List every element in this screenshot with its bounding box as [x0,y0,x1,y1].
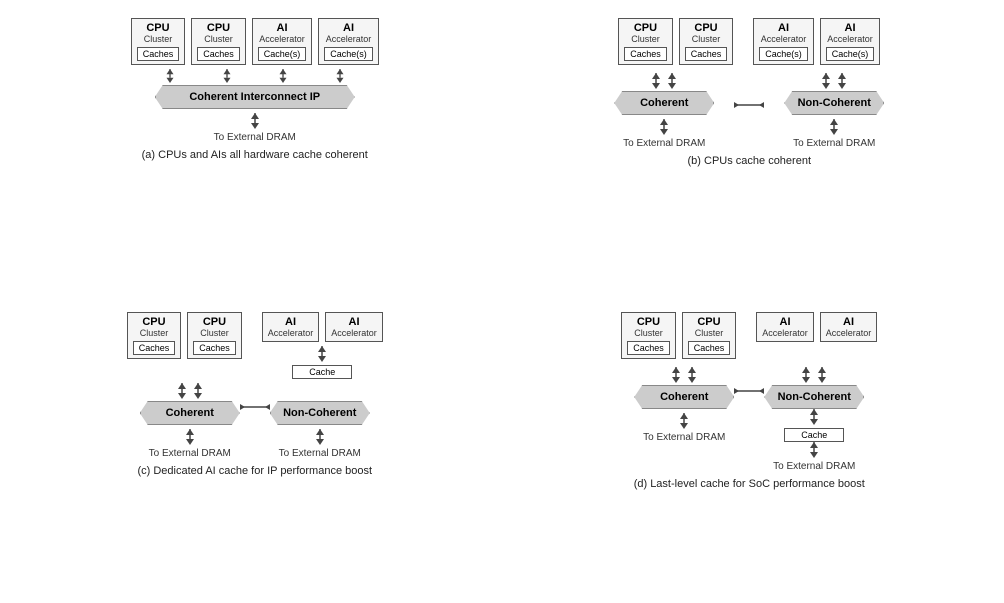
coherent-banner-c: Coherent [140,401,240,425]
caption-a: (a) CPUs and AIs all hardware cache cohe… [142,149,368,161]
ai-block-b1: AI Accelerator Cache(s) [753,18,814,65]
diagram-d-content: CPU Cluster Caches CPU Cluster Caches [509,312,991,472]
cache-box: Caches [197,47,240,61]
block-title: AI [277,22,288,34]
block-sub: Accelerator [326,34,372,44]
cpu-block-c1: CPU Cluster Caches [127,312,182,359]
block-sub: Cluster [144,34,173,44]
mid-cache-d: Cache [784,428,844,442]
diagram-c: CPU Cluster Caches CPU Cluster Caches [10,304,500,593]
cache-box: Cache(s) [258,47,307,61]
cpu-block-d2: CPU Cluster Caches [682,312,737,359]
left-dram-c: To External DRAM [149,448,231,459]
ai-block-a2: AI Accelerator Cache(s) [318,18,379,65]
coherent-banner-b: Coherent [614,91,714,115]
diagram-d: CPU Cluster Caches CPU Cluster Caches [505,304,995,593]
dram-text-a: To External DRAM [214,132,296,143]
caption-d: (d) Last-level cache for SoC performance… [634,478,865,490]
left-dram-b: To External DRAM [623,138,705,149]
left-dram-d: To External DRAM [643,432,725,443]
right-cache-c: Cache [292,365,352,379]
noncoherent-banner-b: Non-Coherent [784,91,884,115]
ai-block-d2: AI Accelerator [820,312,878,342]
block-title: CPU [207,22,230,34]
cache-box: Cache(s) [324,47,373,61]
diagram-b: CPU Cluster Caches CPU Cluster Caches [505,10,995,299]
right-dram-b: To External DRAM [793,138,875,149]
ai-block-c2: AI Accelerator [325,312,383,342]
diagram-a: CPU Cluster Caches CPU Cluster Caches AI… [10,10,500,299]
block-sub: Cluster [204,34,233,44]
block-title: AI [343,22,354,34]
block-sub: Accelerator [259,34,305,44]
noncoherent-banner-c: Non-Coherent [270,401,370,425]
cache-box: Caches [137,47,180,61]
blocks-row-a: CPU Cluster Caches CPU Cluster Caches AI… [131,18,379,65]
ai-block-a1: AI Accelerator Cache(s) [252,18,313,65]
cpu-block-a2: CPU Cluster Caches [191,18,246,65]
diagram-c-content: CPU Cluster Caches CPU Cluster Caches [14,312,496,459]
block-title: CPU [146,22,169,34]
noncoherent-banner-d: Non-Coherent [764,385,864,409]
cpu-block-b1: CPU Cluster Caches [618,18,673,65]
cpu-block-b2: CPU Cluster Caches [679,18,734,65]
diagram-a-content: CPU Cluster Caches CPU Cluster Caches AI… [14,18,496,143]
coherent-banner-d: Coherent [634,385,734,409]
ai-block-c1: AI Accelerator [262,312,320,342]
right-dram-d: To External DRAM [773,461,855,472]
caption-b: (b) CPUs cache coherent [688,155,812,167]
caption-c: (c) Dedicated AI cache for IP performanc… [137,465,372,477]
cpu-block-d1: CPU Cluster Caches [621,312,676,359]
diagram-b-content: CPU Cluster Caches CPU Cluster Caches [509,18,991,149]
ai-block-d1: AI Accelerator [756,312,814,342]
main-container: CPU Cluster Caches CPU Cluster Caches AI… [0,0,1004,603]
interconnect-banner-a: Coherent Interconnect IP [155,85,355,109]
ai-block-b2: AI Accelerator Cache(s) [820,18,881,65]
cpu-block-a1: CPU Cluster Caches [131,18,186,65]
right-dram-c: To External DRAM [279,448,361,459]
cpu-block-c2: CPU Cluster Caches [187,312,242,359]
